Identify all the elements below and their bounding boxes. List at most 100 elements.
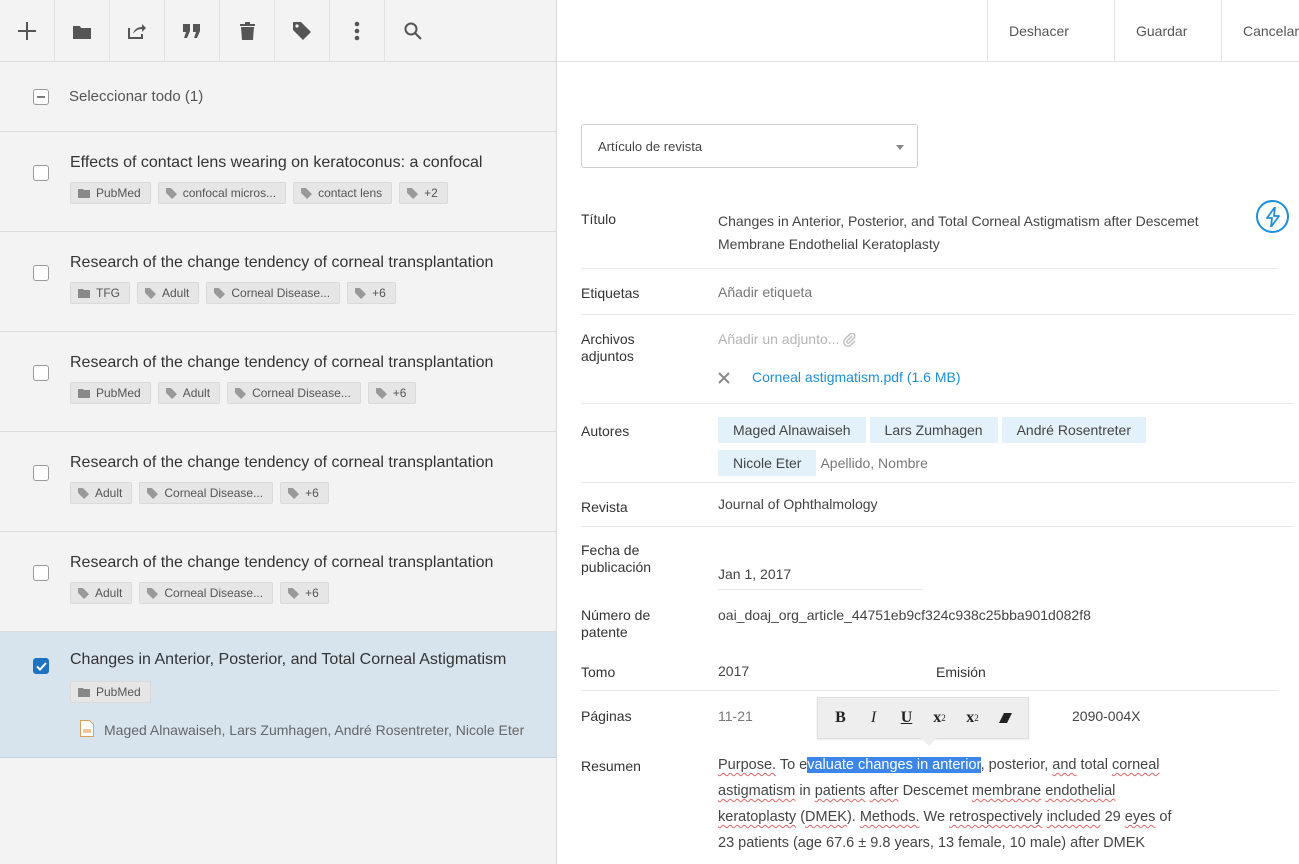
- item-tags: Adult Corneal Disease... +6: [70, 482, 329, 504]
- issue-label: Emisión: [936, 664, 986, 680]
- attachment-link[interactable]: Corneal astigmatism.pdf (1.6 MB): [752, 366, 961, 389]
- authors-field: Maged Alnawaiseh Lars Zumhagen André Rosen…: [718, 417, 1278, 443]
- item-checkbox[interactable]: [33, 465, 49, 481]
- folder-tag[interactable]: PubMed: [70, 382, 151, 404]
- add-tag-input[interactable]: Añadir etiqueta: [718, 281, 812, 304]
- search-button[interactable]: [385, 0, 440, 62]
- more-tags-chip[interactable]: +2: [399, 182, 448, 204]
- tag-icon: [214, 287, 226, 299]
- author-chip[interactable]: Nicole Eter: [718, 450, 817, 476]
- tag-icon: [78, 487, 89, 499]
- select-all-row[interactable]: Seleccionar todo (1): [0, 62, 556, 132]
- author-chip[interactable]: Maged Alnawaiseh: [718, 417, 866, 443]
- tag-icon: [355, 287, 367, 299]
- bold-button[interactable]: B: [824, 702, 857, 734]
- item-title: Research of the change tendency of corne…: [70, 354, 494, 371]
- tag-chip[interactable]: Corneal Disease...: [139, 582, 274, 604]
- cancel-button[interactable]: Cancelar: [1221, 0, 1299, 62]
- add-author-input[interactable]: Apellido, Nombre: [820, 452, 927, 475]
- tag-icon: [145, 287, 156, 299]
- tag-icon: [288, 587, 300, 599]
- pages-label: Páginas: [581, 708, 632, 724]
- item-title: Effects of contact lens wearing on kerat…: [70, 154, 483, 171]
- folder-tag[interactable]: PubMed: [70, 681, 151, 703]
- underline-button[interactable]: U: [890, 702, 923, 734]
- list-item[interactable]: Effects of contact lens wearing on kerat…: [0, 132, 556, 232]
- tag-chip[interactable]: confocal micros...: [157, 182, 287, 204]
- item-checkbox[interactable]: [33, 365, 49, 381]
- tag-chip[interactable]: Adult: [157, 382, 221, 404]
- list-toolbar: [0, 0, 556, 62]
- cite-button[interactable]: [165, 0, 220, 62]
- search-icon: [404, 22, 422, 40]
- chevron-down-icon: [896, 145, 904, 150]
- quote-icon: [183, 24, 200, 38]
- subscript-button[interactable]: x2: [956, 702, 989, 734]
- tag-chip[interactable]: Corneal Disease...: [227, 382, 361, 404]
- tag-button[interactable]: [275, 0, 330, 62]
- tag-chip[interactable]: Adult: [137, 282, 200, 304]
- list-item[interactable]: Research of the change tendency of corne…: [0, 532, 556, 632]
- list-item[interactable]: Research of the change tendency of corne…: [0, 332, 556, 432]
- more-button[interactable]: [330, 0, 385, 62]
- tag-icon: [301, 187, 313, 199]
- more-tags-chip[interactable]: +6: [280, 582, 329, 604]
- more-tags-chip[interactable]: +6: [347, 282, 396, 304]
- title-field[interactable]: Changes in Anterior, Posterior, and Tota…: [718, 210, 1248, 256]
- add-button[interactable]: [0, 0, 55, 62]
- delete-button[interactable]: [220, 0, 275, 62]
- select-all-checkbox[interactable]: [33, 88, 49, 105]
- item-checkbox[interactable]: [33, 165, 49, 181]
- tag-icon: [375, 387, 387, 399]
- folder-tag[interactable]: PubMed: [70, 182, 151, 204]
- list-item[interactable]: Research of the change tendency of corne…: [0, 232, 556, 332]
- item-checkbox[interactable]: [33, 265, 49, 281]
- add-attachment-input[interactable]: Añadir un adjunto...: [718, 328, 857, 351]
- journal-field[interactable]: Journal of Ophthalmology: [718, 493, 878, 516]
- move-to-folder-button[interactable]: [55, 0, 110, 62]
- remove-icon[interactable]: [718, 371, 730, 384]
- more-tags-chip[interactable]: +6: [280, 482, 329, 504]
- more-tags-chip[interactable]: +6: [367, 382, 417, 404]
- author-chip[interactable]: Lars Zumhagen: [869, 417, 998, 443]
- item-tags: PubMed: [70, 681, 151, 703]
- undo-button[interactable]: Deshacer: [987, 0, 1090, 62]
- item-checkbox[interactable]: [33, 565, 49, 581]
- title-label: Título: [581, 211, 617, 227]
- tag-chip[interactable]: contact lens: [293, 182, 393, 204]
- tags-label: Etiquetas: [581, 285, 640, 301]
- reference-detail-pane: Deshacer Guardar Cancelar Artículo de re…: [557, 0, 1299, 864]
- publication-date-field[interactable]: Jan 1, 2017: [718, 563, 791, 586]
- list-item[interactable]: Research of the change tendency of corne…: [0, 432, 556, 532]
- tag-chip[interactable]: Adult: [70, 582, 133, 604]
- tag-chip[interactable]: Adult: [70, 482, 133, 504]
- item-checkbox-checked[interactable]: [33, 658, 49, 674]
- more-vertical-icon: [354, 21, 360, 41]
- tag-chip[interactable]: Corneal Disease...: [206, 282, 341, 304]
- patent-number-label: Número de patente: [581, 607, 651, 640]
- issn-field[interactable]: 2090-004X: [1072, 705, 1141, 728]
- superscript-button[interactable]: x2: [923, 702, 956, 734]
- text-format-toolbar: B I U x2 x2: [817, 697, 1029, 746]
- volume-field[interactable]: 2017: [718, 660, 749, 683]
- share-button[interactable]: [110, 0, 165, 62]
- list-item-selected[interactable]: Changes in Anterior, Posterior, and Tota…: [0, 632, 556, 758]
- author-chip[interactable]: André Rosentreter: [1001, 417, 1146, 443]
- pages-field[interactable]: 11-21: [718, 705, 753, 728]
- save-button[interactable]: Guardar: [1114, 0, 1208, 62]
- folder-icon: [78, 688, 90, 697]
- item-tags: PubMed confocal micros... contact lens +…: [70, 182, 448, 204]
- autofill-button[interactable]: [1256, 200, 1289, 233]
- item-tags: Adult Corneal Disease... +6: [70, 582, 329, 604]
- reference-type-select[interactable]: Artículo de revista: [581, 124, 918, 168]
- tag-icon: [147, 587, 159, 599]
- patent-number-field[interactable]: oai_doaj_org_article_44751eb9cf324c938c2…: [718, 604, 1091, 627]
- tag-chip[interactable]: Corneal Disease...: [139, 482, 274, 504]
- abstract-editor[interactable]: Purpose. To evaluate changes in anterior…: [718, 752, 1278, 856]
- italic-button[interactable]: I: [857, 702, 890, 734]
- clear-format-button[interactable]: [989, 702, 1022, 734]
- folder-tag[interactable]: TFG: [70, 282, 130, 304]
- item-title: Changes in Anterior, Posterior, and Tota…: [70, 651, 507, 668]
- select-all-label: Seleccionar todo (1): [69, 88, 204, 105]
- authors-field-line2: Nicole Eter Apellido, Nombre: [718, 450, 928, 476]
